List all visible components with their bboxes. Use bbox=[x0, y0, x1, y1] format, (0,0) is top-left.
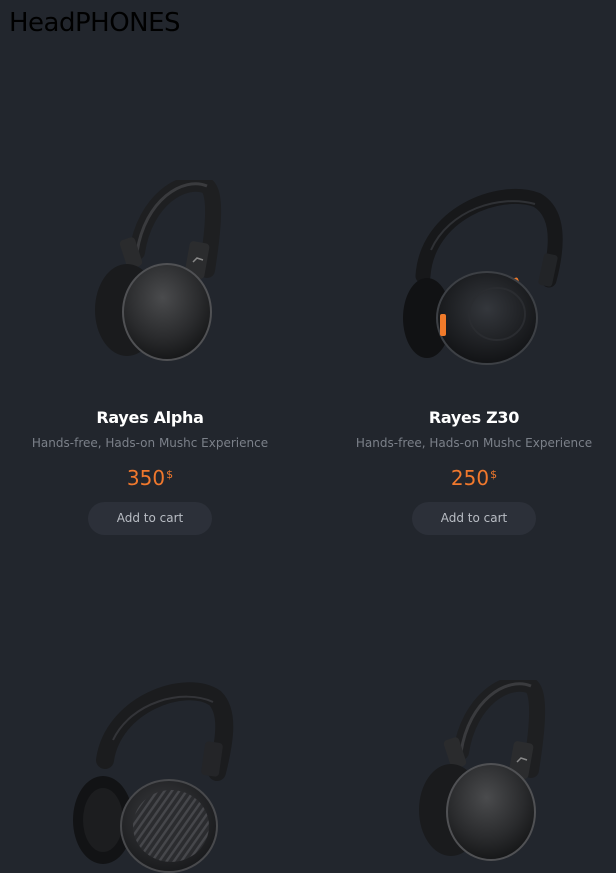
price-currency: $ bbox=[166, 468, 174, 481]
product-price: 250$ bbox=[324, 466, 616, 490]
product-name: Rayes Z30 bbox=[428, 408, 520, 427]
site-title: HeadPHONES bbox=[9, 8, 181, 38]
product-name: Rayes Alpha bbox=[96, 408, 204, 427]
product-description: Hands-free, Hads-on Mushc Experience bbox=[355, 436, 593, 450]
add-to-cart-button[interactable]: Add to cart bbox=[412, 502, 536, 535]
product-page: HeadPHONES Rayes Alpha Hands-free, Hads-… bbox=[0, 0, 616, 873]
add-to-cart-button[interactable]: Add to cart bbox=[88, 502, 212, 535]
headphones-image[interactable] bbox=[379, 180, 569, 370]
product-card: Rayes Alpha Hands-free, Hads-on Mushc Ex… bbox=[0, 180, 300, 535]
price-currency: $ bbox=[490, 468, 498, 481]
price-value: 250 bbox=[450, 466, 490, 490]
product-card: Rayes Z30 Hands-free, Hads-on Mushc Expe… bbox=[324, 180, 616, 535]
product-card bbox=[324, 680, 616, 873]
headphones-image[interactable] bbox=[399, 680, 549, 873]
price-value: 350 bbox=[126, 466, 166, 490]
product-card bbox=[0, 680, 300, 873]
product-price: 350$ bbox=[0, 466, 300, 490]
product-description: Hands-free, Hads-on Mushc Experience bbox=[31, 436, 269, 450]
headphones-image[interactable] bbox=[75, 180, 225, 370]
headphones-image[interactable] bbox=[65, 680, 235, 873]
